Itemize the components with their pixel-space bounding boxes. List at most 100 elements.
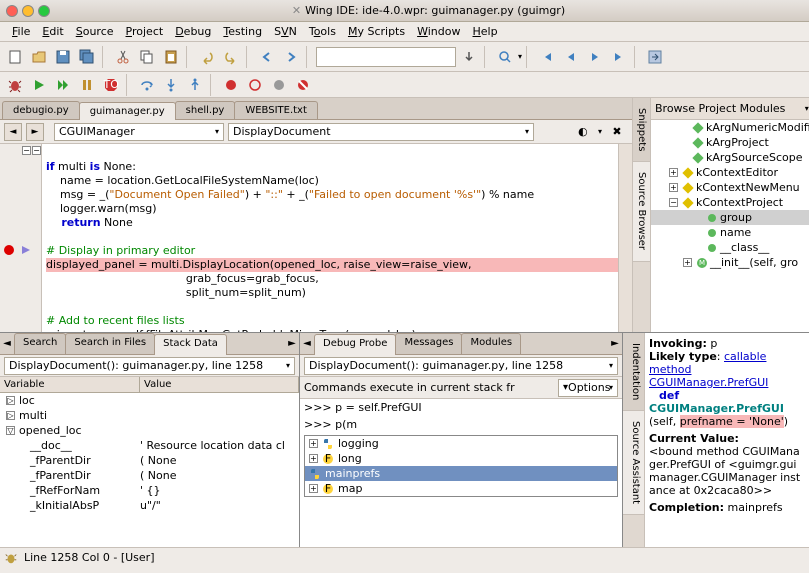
browser-header[interactable]: Browse Project Modules▾ (651, 98, 809, 120)
menu-file[interactable]: File (6, 23, 36, 40)
tree-item[interactable]: name (651, 225, 809, 240)
tab-debugio[interactable]: debugio.py (2, 101, 80, 119)
menu-edit[interactable]: Edit (36, 23, 69, 40)
paste-icon[interactable] (160, 46, 182, 68)
code-editor[interactable]: − − if multi is None: name = location.Ge… (0, 144, 632, 332)
vtab-indentation[interactable]: Indentation (623, 333, 644, 411)
method-selector[interactable]: DisplayDocument (228, 123, 534, 141)
readonly-icon[interactable]: ◐ (572, 121, 594, 143)
goto-next-icon[interactable] (584, 46, 606, 68)
tree-item[interactable]: kArgProject (651, 135, 809, 150)
variable-row[interactable]: ▷loc (0, 393, 299, 408)
debug-bug-icon[interactable] (4, 74, 26, 96)
tab-messages[interactable]: Messages (395, 333, 462, 354)
open-file-icon[interactable] (28, 46, 50, 68)
save-icon[interactable] (52, 46, 74, 68)
breakpoint-add-icon[interactable] (220, 74, 242, 96)
debug-pause-icon[interactable] (76, 74, 98, 96)
minimize-window-button[interactable] (22, 5, 34, 17)
breakpoint-toggle-icon[interactable] (244, 74, 266, 96)
variable-row[interactable]: _fParentDir( None (0, 453, 299, 468)
step-out-icon[interactable] (184, 74, 206, 96)
tree-item[interactable]: +kContextEditor (651, 165, 809, 180)
tab-search[interactable]: Search (14, 333, 66, 354)
menu-svn[interactable]: SVN (268, 23, 303, 40)
browser-tree[interactable]: kArgNumericModifikArgProjectkArgSourceSc… (651, 120, 809, 332)
vtab-snippets[interactable]: Snippets (633, 98, 650, 162)
search-input[interactable] (316, 47, 456, 67)
tree-item[interactable]: kArgSourceScope (651, 150, 809, 165)
tree-item[interactable]: +M__init__(self, gro (651, 255, 809, 270)
variable-row[interactable]: _fRefForNam' {} (0, 483, 299, 498)
menu-window[interactable]: Window (411, 23, 466, 40)
goto-last-icon[interactable] (608, 46, 630, 68)
editor-scrollbar[interactable] (618, 144, 632, 332)
close-window-button[interactable] (6, 5, 18, 17)
breakpoint-disable-icon[interactable] (268, 74, 290, 96)
nav-back-button[interactable]: ◄ (4, 123, 22, 141)
goto-prev-icon[interactable] (560, 46, 582, 68)
close-editor-icon[interactable]: ✖ (606, 121, 628, 143)
vtab-source-browser[interactable]: Source Browser (633, 162, 650, 261)
tree-item[interactable]: kArgNumericModifi (651, 120, 809, 135)
undo-icon[interactable] (196, 46, 218, 68)
menu-help[interactable]: Help (467, 23, 504, 40)
panel-nav-left[interactable]: ◄ (0, 333, 14, 354)
goto-def-icon[interactable] (644, 46, 666, 68)
debug-restart-icon[interactable] (52, 74, 74, 96)
menu-tools[interactable]: Tools (303, 23, 342, 40)
debug-probe[interactable]: >>> p = self.PrefGUI >>> p(m +logging+Fl… (300, 399, 622, 547)
debug-stop-icon[interactable]: STOP (100, 74, 122, 96)
menu-debug[interactable]: Debug (169, 23, 217, 40)
maximize-window-button[interactable] (38, 5, 50, 17)
tab-stack-data[interactable]: Stack Data (154, 334, 227, 355)
vtab-source-assistant[interactable]: Source Assistant (623, 411, 644, 515)
panel-nav-right[interactable]: ► (285, 333, 299, 354)
tab-guimanager[interactable]: guimanager.py (79, 102, 176, 120)
completion-item[interactable]: mainprefs (305, 466, 617, 481)
redo-icon[interactable] (220, 46, 242, 68)
save-all-icon[interactable] (76, 46, 98, 68)
tree-item[interactable]: −kContextProject (651, 195, 809, 210)
debug-run-icon[interactable] (28, 74, 50, 96)
probe-options[interactable]: ▾ Options (558, 379, 618, 397)
probe-nav-right[interactable]: ► (608, 333, 622, 354)
completion-item[interactable]: +logging (305, 436, 617, 451)
step-into-icon[interactable] (160, 74, 182, 96)
goto-first-icon[interactable] (536, 46, 558, 68)
step-over-icon[interactable] (136, 74, 158, 96)
variable-row[interactable]: _fParentDir( None (0, 468, 299, 483)
probe-frame-selector[interactable]: DisplayDocument(): guimanager.py, line 1… (304, 357, 618, 375)
cut-icon[interactable] (112, 46, 134, 68)
tab-modules[interactable]: Modules (461, 333, 521, 354)
class-selector[interactable]: CGUIManager (54, 123, 224, 141)
variable-row[interactable]: _kInitialAbsPu"/" (0, 498, 299, 513)
variable-row[interactable]: ▷multi (0, 408, 299, 423)
back-icon[interactable] (256, 46, 278, 68)
variable-table[interactable]: VariableValue ▷loc▷multi▽opened_loc__doc… (0, 377, 299, 547)
copy-icon[interactable] (136, 46, 158, 68)
tab-website[interactable]: WEBSITE.txt (234, 101, 318, 119)
tab-debug-probe[interactable]: Debug Probe (314, 334, 396, 355)
tab-shell[interactable]: shell.py (175, 101, 236, 119)
completion-item[interactable]: +Flong (305, 451, 617, 466)
nav-fwd-button[interactable]: ► (26, 123, 44, 141)
search-next-icon[interactable] (458, 46, 480, 68)
tree-item[interactable]: __class__ (651, 240, 809, 255)
menu-project[interactable]: Project (120, 23, 170, 40)
tree-item[interactable]: group (651, 210, 809, 225)
menu-source[interactable]: Source (70, 23, 120, 40)
breakpoint-ignore-icon[interactable] (292, 74, 314, 96)
new-file-icon[interactable] (4, 46, 26, 68)
forward-icon[interactable] (280, 46, 302, 68)
menu-myscripts[interactable]: My Scripts (342, 23, 411, 40)
tab-search-files[interactable]: Search in Files (65, 333, 155, 354)
stack-frame-selector[interactable]: DisplayDocument(): guimanager.py, line 1… (4, 357, 295, 375)
menu-testing[interactable]: Testing (217, 23, 268, 40)
find-icon[interactable] (494, 46, 516, 68)
completion-popup[interactable]: +logging+Flongmainprefs+Fmap (304, 435, 618, 497)
completion-item[interactable]: +Fmap (305, 481, 617, 496)
tree-item[interactable]: +kContextNewMenu (651, 180, 809, 195)
variable-row[interactable]: ▽opened_loc (0, 423, 299, 438)
variable-row[interactable]: __doc__' Resource location data cl (0, 438, 299, 453)
